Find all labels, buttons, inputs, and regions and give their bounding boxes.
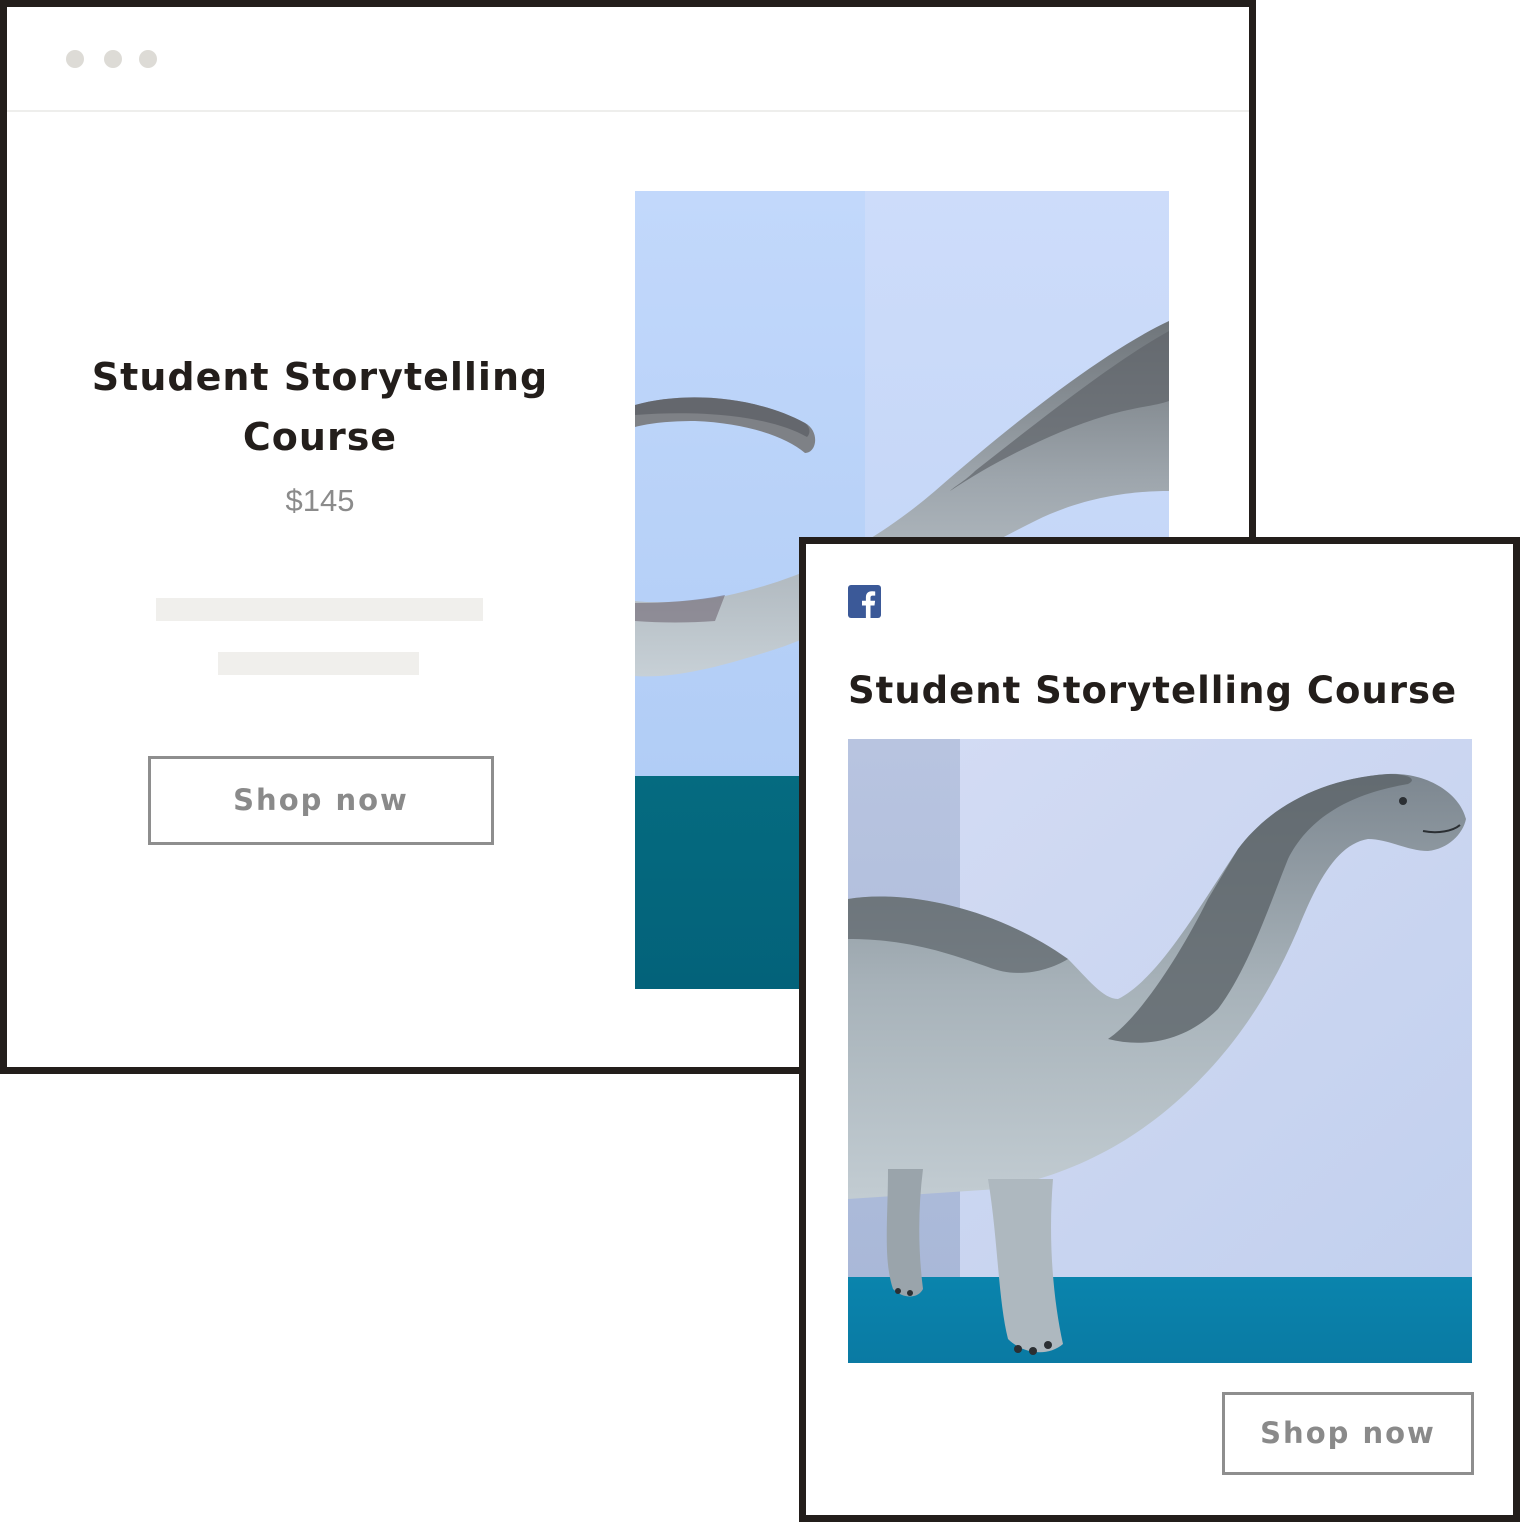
product-price: $145 xyxy=(285,483,355,518)
browser-titlebar xyxy=(7,7,1249,112)
marketing-illustration: Student Storytelling Course $145 Shop no… xyxy=(0,0,1520,1522)
ad-title: Student Storytelling Course xyxy=(848,669,1458,712)
description-placeholder-line xyxy=(218,652,419,675)
product-title: Student Storytelling Course xyxy=(91,355,549,459)
facebook-ad-card: Student Storytelling Course Shop now xyxy=(799,537,1520,1522)
description-placeholder-line xyxy=(156,598,483,621)
window-dot-icon xyxy=(139,50,157,68)
dinosaur-photo xyxy=(848,739,1472,1363)
window-dot-icon xyxy=(104,50,122,68)
shop-now-button[interactable]: Shop now xyxy=(148,756,494,845)
ad-image xyxy=(848,739,1472,1363)
shop-now-button[interactable]: Shop now xyxy=(1222,1392,1474,1475)
facebook-icon xyxy=(848,585,881,618)
window-dot-icon xyxy=(66,50,84,68)
